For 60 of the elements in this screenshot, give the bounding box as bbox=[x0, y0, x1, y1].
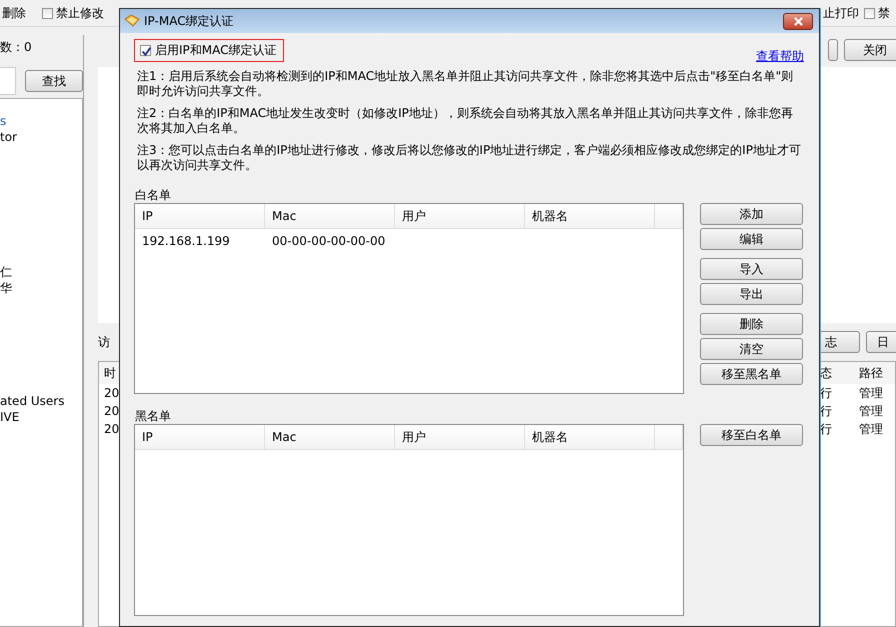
list-item[interactable]: IVE bbox=[0, 409, 82, 425]
checkbox-label: 禁止修改 bbox=[56, 4, 104, 22]
window-title: IP-MAC绑定认证 bbox=[144, 12, 234, 30]
table-cell-text: 行 bbox=[819, 384, 833, 402]
search-field[interactable] bbox=[0, 67, 16, 95]
column-header: 态 bbox=[819, 364, 833, 382]
column-header: Mac bbox=[265, 425, 395, 449]
section-label: 访 bbox=[98, 334, 110, 350]
button[interactable]: 导入 bbox=[700, 258, 803, 280]
table-cell-text: 行 bbox=[819, 402, 833, 420]
list-item[interactable]: tor bbox=[0, 129, 82, 145]
checkbox[interactable] bbox=[140, 45, 151, 56]
log-button[interactable]: 日 bbox=[866, 331, 896, 353]
list-item[interactable]: 仁 bbox=[0, 264, 82, 280]
button[interactable]: 移至白名单 bbox=[700, 424, 803, 446]
table-cell-text: 20 bbox=[103, 422, 120, 436]
close-button[interactable] bbox=[783, 12, 813, 30]
toolbar-label: 止打印 bbox=[823, 4, 859, 22]
button[interactable]: 移至黑名单 bbox=[700, 363, 803, 385]
checkbox-label: 禁 bbox=[878, 4, 890, 22]
note-text: 注2：白名单的IP和MAC地址发生改变时（如修改IP地址），则系统会自动将其放入黑名单并阻止其访问共享文件，除非您再次将其加入白名单。 bbox=[137, 106, 794, 136]
table-cell-text: 20 bbox=[103, 404, 120, 418]
list-item[interactable]: 华 bbox=[0, 280, 82, 296]
toolbar-label: 删除 bbox=[2, 4, 26, 22]
column-header: 机器名 bbox=[525, 425, 655, 449]
table-cell-text: 00-00-00-00-00-00 bbox=[271, 234, 386, 248]
table-cell-text: 管理 bbox=[858, 420, 884, 438]
list-item[interactable]: s bbox=[0, 113, 82, 129]
button[interactable]: 导出 bbox=[700, 283, 803, 305]
table-cell-text: 行 bbox=[819, 420, 833, 438]
column-header: 机器名 bbox=[525, 204, 655, 228]
column-header: IP bbox=[135, 425, 265, 449]
column-header: Mac bbox=[265, 204, 395, 228]
table-cell-text: 管理 bbox=[858, 384, 884, 402]
column-header: 用户 bbox=[395, 425, 525, 449]
button[interactable]: 添加 bbox=[700, 203, 803, 225]
count-label: 数：0 bbox=[0, 39, 33, 56]
column-header: 路径 bbox=[858, 364, 884, 382]
note-text: 注3：您可以点击白名单的IP地址进行修改，修改后将以您修改的IP地址进行绑定，客户端必须相应修改成您绑定的IP地址才可以再次访问共享文件。 bbox=[137, 143, 802, 173]
button[interactable] bbox=[828, 39, 838, 61]
table-cell-text: 192.168.1.199 bbox=[141, 234, 231, 248]
checkbox-label: 启用IP和MAC绑定认证 bbox=[155, 42, 277, 59]
section-label: 白名单 bbox=[135, 187, 172, 201]
close-icon bbox=[792, 16, 804, 26]
list-item[interactable]: ated Users bbox=[0, 393, 82, 409]
checkbox[interactable] bbox=[864, 8, 875, 18]
help-link[interactable]: 查看帮助 bbox=[756, 48, 804, 65]
checkbox[interactable] bbox=[42, 8, 53, 18]
section-label: 黑名单 bbox=[135, 408, 172, 422]
button[interactable]: 清空 bbox=[700, 338, 803, 360]
search-button[interactable]: 查找 bbox=[25, 70, 83, 92]
table-cell-text: 20 bbox=[103, 386, 120, 400]
note-text: 注1：启用后系统会自动将检测到的IP和MAC地址放入黑名单并阻止其访问共享文件，除非您将其选中后点击"移至白名单"则即时允许访问共享文件。 bbox=[137, 69, 794, 99]
button[interactable]: 编辑 bbox=[700, 228, 803, 250]
column-header: 时 bbox=[103, 364, 117, 382]
column-header: 用户 bbox=[395, 204, 525, 228]
table-cell-text: 管理 bbox=[858, 402, 884, 420]
column-header: IP bbox=[135, 204, 265, 228]
button[interactable]: 删除 bbox=[700, 313, 803, 335]
close-button[interactable]: 关闭 bbox=[844, 39, 896, 61]
